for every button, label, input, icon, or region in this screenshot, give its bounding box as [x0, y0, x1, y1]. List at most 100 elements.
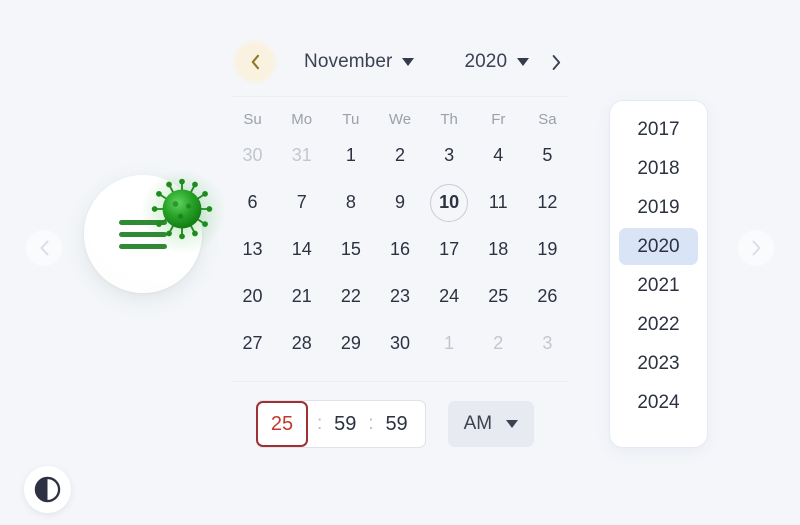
year-option[interactable]: 2022: [619, 306, 698, 343]
calendar-day-label: 1: [444, 333, 455, 353]
calendar-day[interactable]: 9: [375, 179, 424, 226]
year-option[interactable]: 2019: [619, 189, 698, 226]
calendar-day[interactable]: 7: [277, 179, 326, 226]
calendar-day[interactable]: 26: [523, 273, 572, 320]
calendar-day-today[interactable]: 10: [425, 179, 474, 226]
calendar-day-label: 12: [537, 192, 558, 212]
weekday-label: Sa: [538, 111, 557, 128]
calendar-day-label: 20: [242, 286, 263, 306]
year-option[interactable]: 2021: [619, 267, 698, 304]
meridiem-select[interactable]: AM: [447, 401, 535, 447]
time-input-group[interactable]: 25 : 59 : 59: [256, 400, 426, 448]
calendar-grid: 30 31 1 2 3 4 5 6 7 8 9 10 11 12 13 14 15 16 17 18 19 20 21 22 2…: [228, 132, 572, 367]
calendar-day-label: 22: [340, 286, 361, 306]
calendar-day[interactable]: 27: [228, 320, 277, 367]
calendar-day[interactable]: 8: [326, 179, 375, 226]
calendar-day-label: 4: [493, 145, 504, 165]
calendar-day-label: 3: [444, 145, 455, 165]
hour-input[interactable]: 25: [256, 401, 308, 447]
calendar-day-label: 19: [537, 239, 558, 259]
calendar-day[interactable]: 3: [425, 132, 474, 179]
carousel-prev-button[interactable]: [26, 230, 62, 266]
chevron-down-icon: [517, 58, 530, 66]
illustration: [84, 169, 226, 299]
time-separator: :: [368, 413, 374, 434]
weekday-header-row: Su Mo Tu We Th Fr Sa: [228, 97, 572, 132]
year-select[interactable]: 2020: [460, 47, 533, 77]
calendar-day[interactable]: 16: [375, 226, 424, 273]
month-select[interactable]: November: [300, 47, 418, 77]
calendar-day[interactable]: 18: [474, 226, 523, 273]
calendar-day[interactable]: 1: [326, 132, 375, 179]
calendar-day-label: 8: [345, 192, 356, 212]
year-dropdown-list[interactable]: 2017 2018 2019 2020 2021 2022 2023 2024: [610, 101, 707, 447]
weekday-label: Tu: [342, 111, 360, 128]
year-option[interactable]: 2024: [619, 384, 698, 421]
calendar-day-label: 21: [291, 286, 312, 306]
calendar-day[interactable]: 24: [425, 273, 474, 320]
calendar-day-label: 3: [542, 333, 553, 353]
calendar-day[interactable]: 22: [326, 273, 375, 320]
weekday-label: Su: [243, 111, 262, 128]
calendar-day[interactable]: 15: [326, 226, 375, 273]
calendar-day-label: 15: [340, 239, 361, 259]
calendar-day[interactable]: 5: [523, 132, 572, 179]
year-option-selected[interactable]: 2020: [619, 228, 698, 265]
calendar-day-outside[interactable]: 31: [277, 132, 326, 179]
time-picker-row: 25 : 59 : 59 AM: [228, 382, 572, 448]
second-input[interactable]: 59: [383, 413, 411, 436]
calendar-day[interactable]: 2: [375, 132, 424, 179]
minute-input[interactable]: 59: [331, 413, 359, 436]
calendar-week-row: 20 21 22 23 24 25 26: [228, 273, 572, 320]
calendar-day-label: 17: [439, 239, 460, 259]
calendar-day-label: 26: [537, 286, 558, 306]
calendar-day-label: 25: [488, 286, 509, 306]
calendar-day-outside[interactable]: 3: [523, 320, 572, 367]
calendar-day[interactable]: 30: [375, 320, 424, 367]
calendar-day[interactable]: 28: [277, 320, 326, 367]
calendar-day[interactable]: 13: [228, 226, 277, 273]
calendar-panel: November 2020 Su Mo Tu We Th Fr Sa 30 31 1…: [228, 28, 572, 448]
calendar-day-label: 24: [439, 286, 460, 306]
calendar-day[interactable]: 25: [474, 273, 523, 320]
chevron-left-icon: [251, 54, 259, 70]
calendar-day-label: 2: [493, 333, 504, 353]
calendar-day[interactable]: 12: [523, 179, 572, 226]
calendar-day-label: 9: [394, 192, 405, 212]
year-option[interactable]: 2023: [619, 345, 698, 382]
prev-month-button[interactable]: [236, 43, 274, 81]
calendar-day[interactable]: 4: [474, 132, 523, 179]
next-month-button[interactable]: [539, 45, 573, 79]
contrast-circle-icon: [34, 476, 61, 503]
meridiem-label: AM: [463, 413, 493, 434]
calendar-day-outside[interactable]: 1: [425, 320, 474, 367]
calendar-day[interactable]: 20: [228, 273, 277, 320]
year-options: 2017 2018 2019 2020 2021 2022 2023 2024: [610, 111, 707, 421]
year-option[interactable]: 2017: [619, 111, 698, 148]
calendar-day[interactable]: 29: [326, 320, 375, 367]
calendar-day[interactable]: 6: [228, 179, 277, 226]
calendar-day-label: 31: [291, 145, 312, 165]
calendar-day-label: 1: [345, 145, 356, 165]
calendar-day-label: 30: [242, 145, 263, 165]
carousel-next-button[interactable]: [738, 230, 774, 266]
time-separator: :: [317, 413, 323, 434]
calendar-day[interactable]: 11: [474, 179, 523, 226]
virus-icon: [151, 178, 213, 240]
chevron-right-icon: [552, 54, 560, 70]
calendar-day-outside[interactable]: 2: [474, 320, 523, 367]
chevron-down-icon: [402, 58, 415, 66]
weekday-label: We: [388, 111, 412, 128]
calendar-day-label: 16: [389, 239, 410, 259]
calendar-day-label: 30: [389, 333, 410, 353]
contrast-theme-toggle[interactable]: [24, 466, 71, 513]
year-option[interactable]: 2018: [619, 150, 698, 187]
calendar-day-outside[interactable]: 30: [228, 132, 277, 179]
calendar-header: November 2020: [228, 28, 572, 96]
calendar-day[interactable]: 23: [375, 273, 424, 320]
calendar-day[interactable]: 14: [277, 226, 326, 273]
calendar-day[interactable]: 19: [523, 226, 572, 273]
calendar-day[interactable]: 21: [277, 273, 326, 320]
weekday-label: Th: [440, 111, 458, 128]
calendar-day[interactable]: 17: [425, 226, 474, 273]
